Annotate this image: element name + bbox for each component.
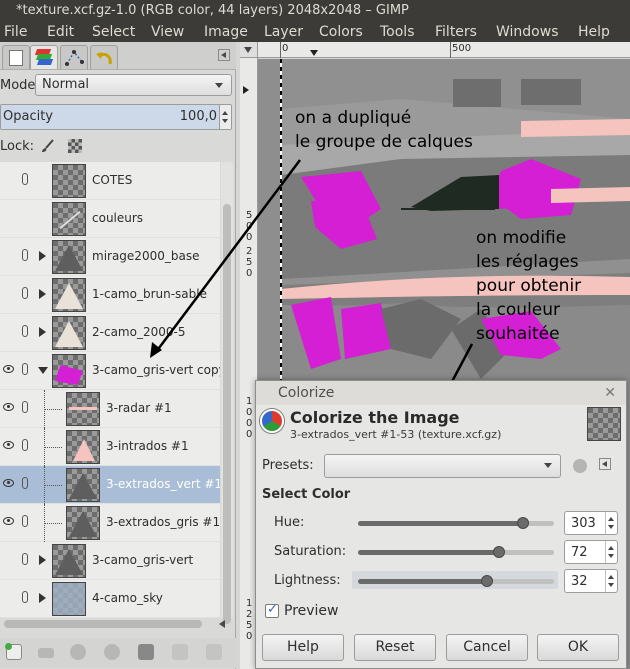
lightness-slider-handle[interactable] [481, 575, 493, 587]
dialog-heading: Colorize the Image [290, 408, 460, 427]
saturation-spinbox[interactable]: 72 [564, 540, 618, 564]
chevron-down-icon [544, 463, 552, 468]
saturation-label: Saturation: [274, 544, 347, 559]
lightness-spinbox[interactable]: 32 [564, 569, 618, 593]
layer-preview-thumbnail [587, 407, 621, 441]
colorize-dialog: Colorize ✕ Colorize the Image 3-extrados… [255, 380, 627, 669]
ok-button[interactable]: OK [537, 634, 619, 661]
select-color-heading: Select Color [262, 487, 351, 502]
add-preset-icon[interactable] [573, 459, 587, 473]
colorize-icon [260, 409, 284, 433]
spin-arrows-icon[interactable] [605, 541, 617, 563]
hue-slider-handle[interactable] [517, 517, 529, 529]
presets-menu-icon[interactable] [599, 458, 611, 470]
saturation-value: 72 [571, 545, 588, 560]
arrow-to-layer-copy [155, 159, 301, 353]
hue-slider[interactable] [358, 517, 554, 529]
lightness-slider[interactable] [358, 575, 554, 587]
dialog-title: Colorize [278, 385, 335, 401]
saturation-slider-fill [358, 550, 499, 555]
spin-arrows-icon[interactable] [605, 512, 617, 534]
cancel-button[interactable]: Cancel [446, 634, 528, 661]
lightness-label: Lightness: [274, 573, 341, 588]
presets-dropdown[interactable] [324, 454, 561, 478]
lightness-value: 32 [571, 574, 588, 589]
dialog-titlebar[interactable]: Colorize ✕ [256, 381, 626, 405]
reset-button[interactable]: Reset [354, 634, 436, 661]
hue-label: Hue: [274, 515, 305, 530]
presets-label: Presets: [262, 458, 314, 473]
help-button[interactable]: Help [262, 634, 344, 661]
preview-label: Preview [284, 603, 339, 619]
close-icon[interactable]: ✕ [604, 386, 616, 400]
saturation-slider-handle[interactable] [493, 546, 505, 558]
hue-spinbox[interactable]: 303 [564, 511, 618, 535]
hue-slider-fill [358, 521, 523, 526]
lightness-slider-fill [358, 579, 487, 584]
preview-checkbox[interactable] [265, 602, 279, 618]
spin-arrows-icon[interactable] [605, 570, 617, 592]
saturation-slider[interactable] [358, 546, 554, 558]
dialog-subtitle: 3-extrados_vert #1-53 (texture.xcf.gz) [290, 428, 502, 441]
hue-value: 303 [571, 516, 596, 531]
